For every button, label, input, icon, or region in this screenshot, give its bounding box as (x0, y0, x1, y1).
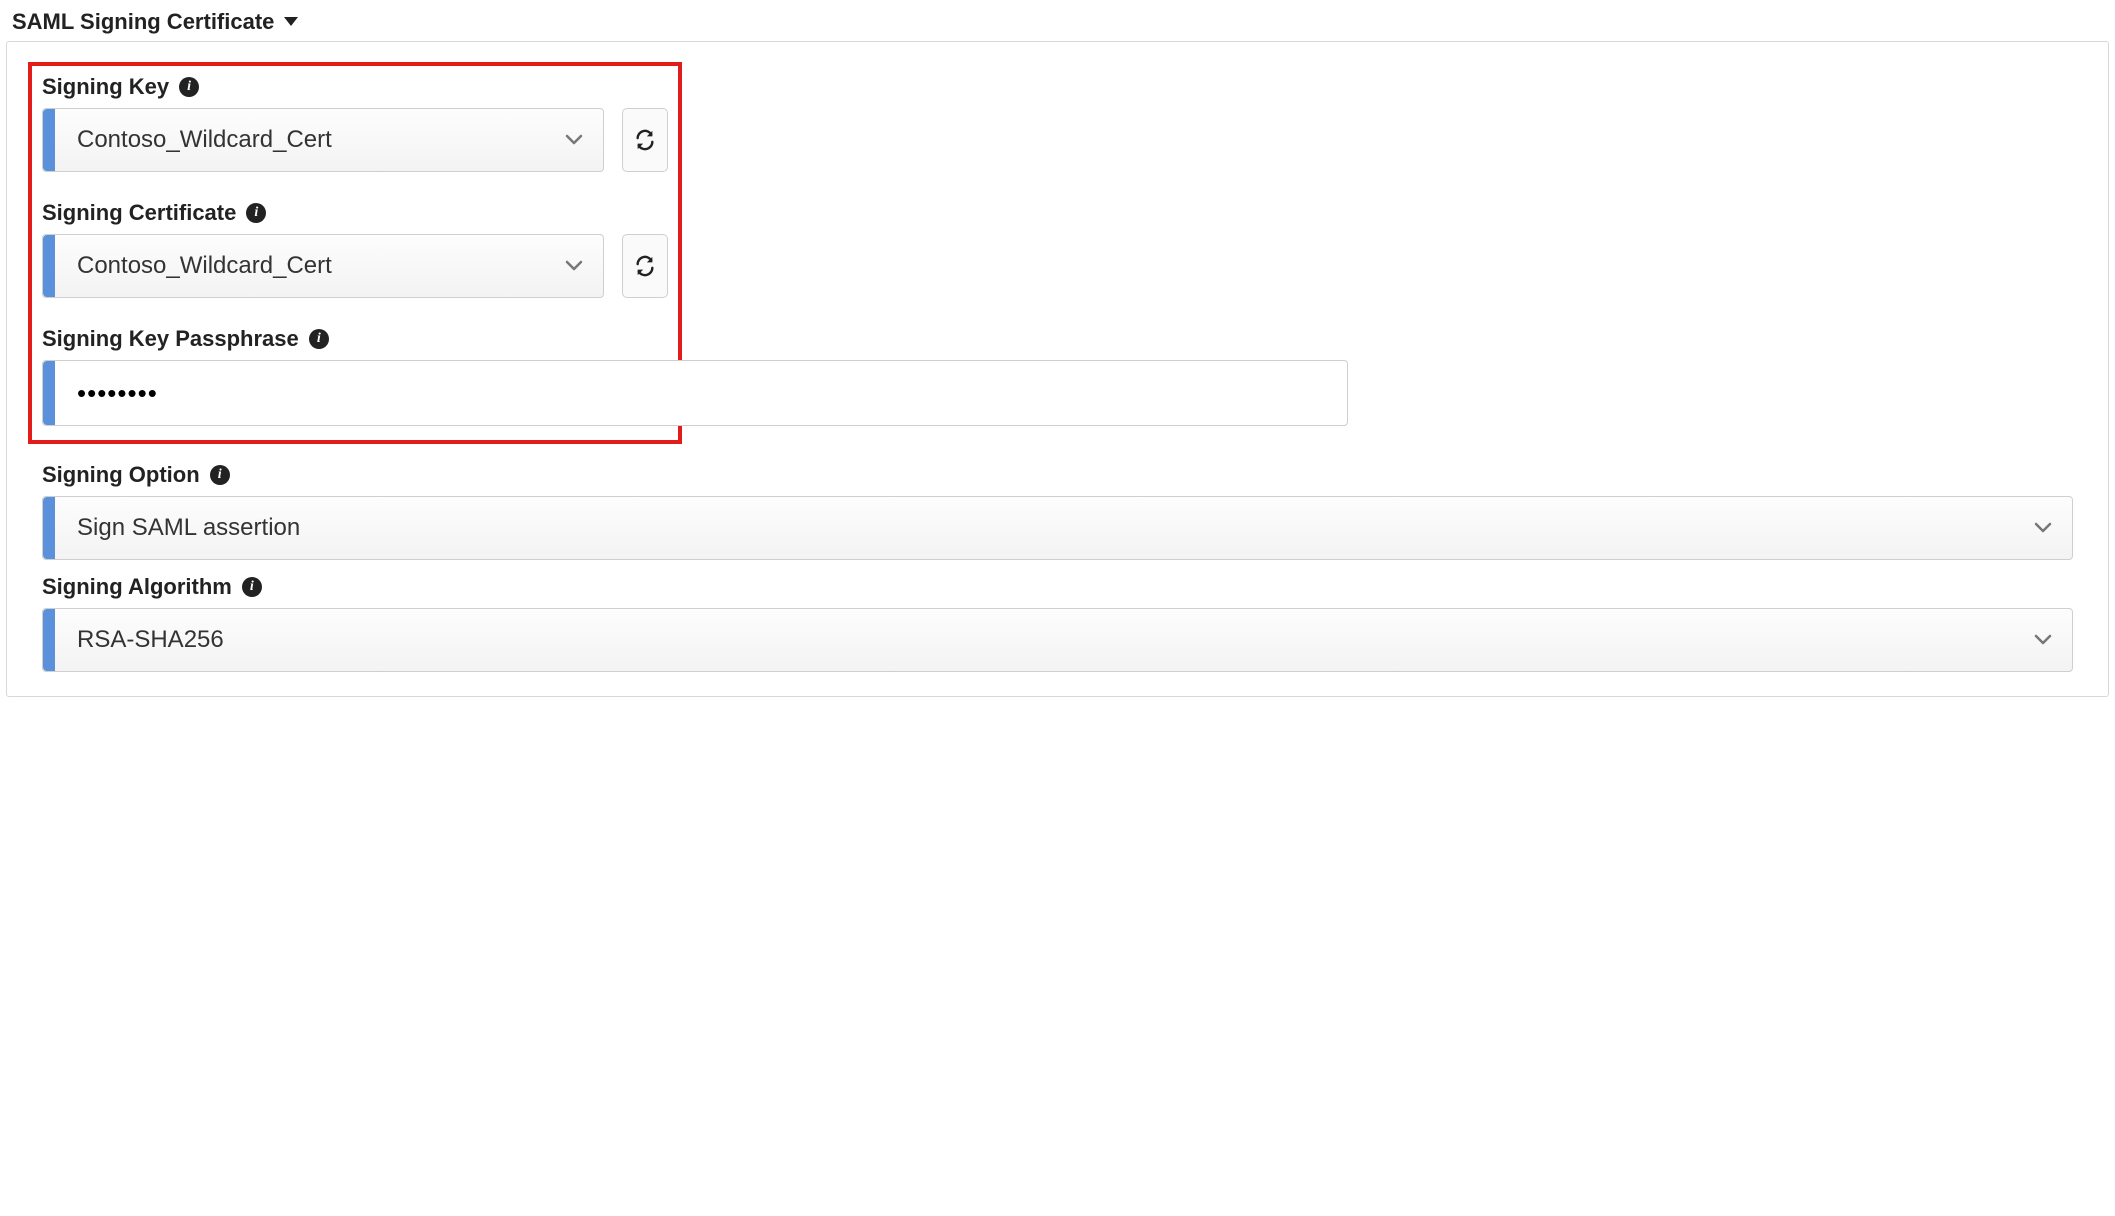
signing-algorithm-label: Signing Algorithm (42, 574, 232, 600)
signing-option-row: Sign SAML assertion (42, 496, 2073, 560)
signing-algorithm-select[interactable]: RSA-SHA256 (42, 608, 2073, 672)
info-icon[interactable]: i (210, 465, 230, 485)
select-accent (43, 497, 55, 559)
info-icon[interactable]: i (179, 77, 199, 97)
info-icon[interactable]: i (242, 577, 262, 597)
signing-certificate-row: Contoso_Wildcard_Cert (42, 234, 668, 298)
info-icon[interactable]: i (309, 329, 329, 349)
input-accent (43, 361, 55, 425)
signing-algorithm-label-row: Signing Algorithm i (42, 574, 2073, 600)
chevron-down-icon (565, 134, 603, 146)
field-signing-key-passphrase: Signing Key Passphrase i (42, 326, 668, 426)
section-title: SAML Signing Certificate (12, 9, 274, 35)
caret-down-icon (284, 17, 298, 27)
signing-option-label-row: Signing Option i (42, 462, 2073, 488)
signing-key-label: Signing Key (42, 74, 169, 100)
signing-key-passphrase-label: Signing Key Passphrase (42, 326, 299, 352)
signing-certificate-value: Contoso_Wildcard_Cert (55, 252, 565, 280)
field-signing-certificate: Signing Certificate i Contoso_Wildcard_C… (42, 200, 668, 298)
signing-key-passphrase-input[interactable] (55, 361, 1347, 425)
signing-key-row: Contoso_Wildcard_Cert (42, 108, 668, 172)
info-icon[interactable]: i (246, 203, 266, 223)
field-signing-algorithm: Signing Algorithm i RSA-SHA256 (42, 574, 2073, 672)
signing-certificate-label-row: Signing Certificate i (42, 200, 668, 226)
refresh-icon (634, 129, 656, 151)
signing-key-passphrase-row (42, 360, 1348, 426)
chevron-down-icon (2034, 634, 2072, 646)
signing-key-select[interactable]: Contoso_Wildcard_Cert (42, 108, 604, 172)
highlight-box: Signing Key i Contoso_Wildcard_Cert (28, 62, 682, 444)
signing-option-label: Signing Option (42, 462, 200, 488)
signing-key-value: Contoso_Wildcard_Cert (55, 126, 565, 154)
section-panel: Signing Key i Contoso_Wildcard_Cert (6, 41, 2109, 697)
chevron-down-icon (2034, 522, 2072, 534)
chevron-down-icon (565, 260, 603, 272)
refresh-icon (634, 255, 656, 277)
signing-option-value: Sign SAML assertion (55, 514, 2034, 542)
signing-algorithm-value: RSA-SHA256 (55, 626, 2034, 654)
field-signing-key: Signing Key i Contoso_Wildcard_Cert (42, 74, 668, 172)
signing-option-select[interactable]: Sign SAML assertion (42, 496, 2073, 560)
signing-certificate-label: Signing Certificate (42, 200, 236, 226)
select-accent (43, 109, 55, 171)
signing-certificate-refresh-button[interactable] (622, 234, 668, 298)
select-accent (43, 609, 55, 671)
field-signing-option: Signing Option i Sign SAML assertion (42, 462, 2073, 560)
signing-key-passphrase-input-wrap (42, 360, 1348, 426)
signing-key-label-row: Signing Key i (42, 74, 668, 100)
signing-algorithm-row: RSA-SHA256 (42, 608, 2073, 672)
signing-key-passphrase-label-row: Signing Key Passphrase i (42, 326, 668, 352)
signing-key-refresh-button[interactable] (622, 108, 668, 172)
section-header[interactable]: SAML Signing Certificate (6, 6, 2109, 39)
signing-certificate-select[interactable]: Contoso_Wildcard_Cert (42, 234, 604, 298)
select-accent (43, 235, 55, 297)
